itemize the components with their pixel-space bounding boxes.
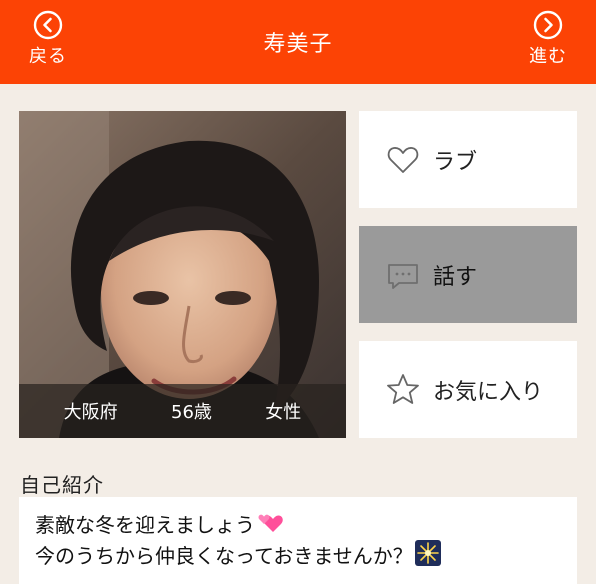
- intro-line-1-text: 素敵な冬を迎えましょう: [35, 513, 255, 537]
- top-header: 戻る 寿美子 進む: [0, 0, 596, 84]
- page-title: 寿美子: [263, 32, 333, 57]
- intro-heading: 自己紹介: [20, 473, 104, 497]
- love-label: ラブ: [433, 149, 478, 175]
- favorite-button[interactable]: お気に入り: [359, 341, 577, 438]
- profile-location: 大阪府: [63, 402, 118, 423]
- favorite-label: お気に入り: [433, 379, 544, 405]
- intro-text-box: 素敵な冬を迎えましょう 今のうちから仲良くなっておきませんか？: [19, 497, 577, 584]
- intro-line-2: 今のうちから仲良くなっておきませんか？: [35, 540, 561, 571]
- chevron-right-circle-icon: [533, 10, 563, 40]
- forward-button[interactable]: 進む: [518, 10, 578, 70]
- sparkler-emoji: [414, 540, 441, 566]
- intro-line-2-text: 今のうちから仲良くなっておきませんか？: [35, 544, 413, 568]
- love-button[interactable]: ラブ: [359, 111, 577, 208]
- talk-button[interactable]: 話す: [359, 226, 577, 323]
- profile-age: 56歳: [171, 402, 212, 423]
- chat-bubble-icon: [388, 263, 418, 289]
- star-outline-icon: [387, 373, 419, 404]
- talk-label: 話す: [433, 264, 478, 290]
- profile-gender: 女性: [265, 402, 302, 423]
- profile-info-bar: 大阪府 56歳 女性: [19, 384, 346, 438]
- profile-photo[interactable]: 大阪府 56歳 女性: [19, 111, 346, 438]
- forward-label: 進む: [529, 46, 567, 67]
- two-hearts-emoji: [258, 514, 283, 532]
- heart-outline-icon: [387, 146, 419, 173]
- intro-line-1: 素敵な冬を迎えましょう: [35, 511, 561, 540]
